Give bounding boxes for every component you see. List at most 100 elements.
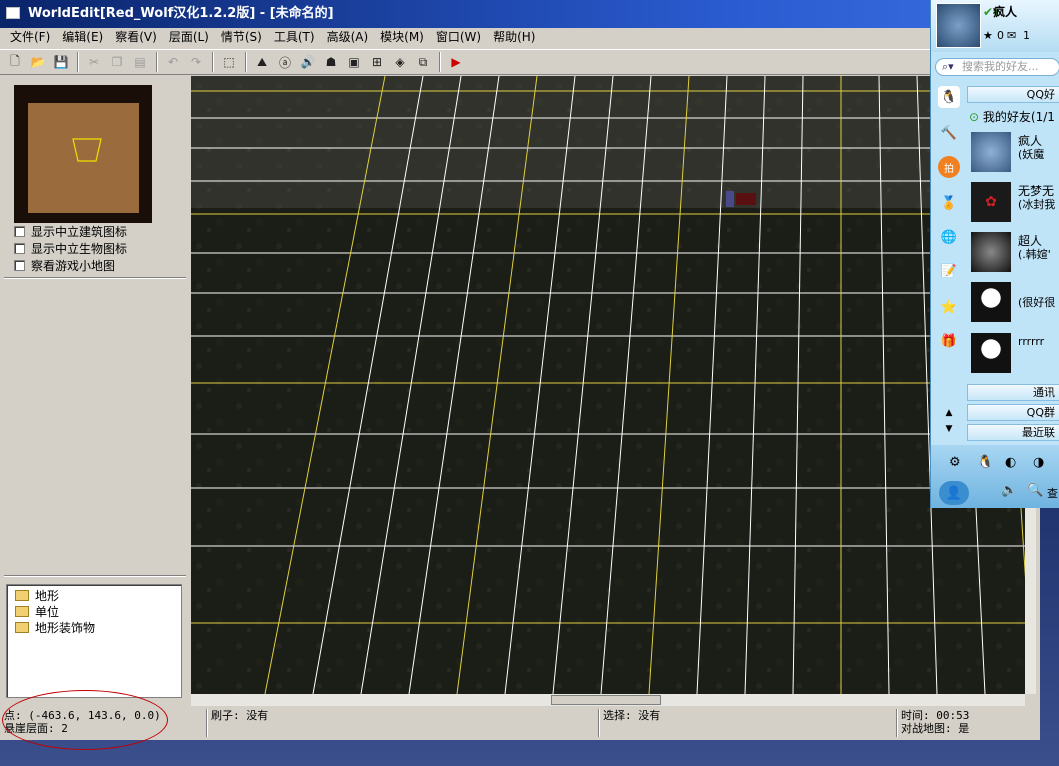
paipai-icon[interactable]: 拍 bbox=[938, 156, 960, 178]
mail-icon[interactable]: ✉ bbox=[1007, 29, 1016, 42]
tree-item-label: 单位 bbox=[35, 604, 60, 619]
worldedit-window: WorldEdit[Red_Wolf汉化1.2.2版] - [未命名的] 文件(… bbox=[0, 0, 1040, 740]
tab-qq-friends[interactable]: QQ好 bbox=[967, 86, 1059, 103]
friend-item[interactable]: rrrrrr bbox=[971, 332, 1059, 376]
medal-icon[interactable]: 🏅 bbox=[938, 192, 960, 214]
app-icon bbox=[6, 7, 20, 19]
globe-icon[interactable]: 🌐 bbox=[938, 226, 960, 248]
menu-window[interactable]: 窗口(W) bbox=[430, 28, 487, 47]
menu-tools[interactable]: 工具(T) bbox=[268, 28, 321, 47]
terrain-palette-icon[interactable]: ⛰ bbox=[251, 51, 273, 73]
qq-nickname: 疯人 bbox=[993, 5, 1018, 19]
ai-editor-icon[interactable]: ☗ bbox=[320, 51, 342, 73]
toolbar: 🗋 📂 💾 ✂ ❐ ▤ ↶ ↷ ⬚ ⛰ ⓐ 🔊 ☗ ▣ ⊞ ◈ ⧉ ▶ bbox=[0, 49, 1040, 75]
friend-avatar: ✿ bbox=[971, 182, 1011, 222]
friend-group-header[interactable]: ⊙ 我的好友(1/1 bbox=[969, 108, 1055, 125]
panel-divider bbox=[4, 277, 186, 279]
tree-item-terrain[interactable]: 地形 bbox=[15, 587, 59, 603]
search-icon: ⌕▾ bbox=[942, 60, 954, 73]
hammer-icon[interactable]: 🔨 bbox=[938, 122, 960, 144]
avatar[interactable] bbox=[936, 3, 981, 48]
trigger-editor-icon[interactable]: ⊞ bbox=[366, 51, 388, 73]
friend-item[interactable]: 疯人 (妖魔 bbox=[971, 131, 1059, 175]
toolbar-separator bbox=[77, 52, 79, 72]
minimap[interactable] bbox=[14, 85, 152, 223]
status-brush: 刷子: 没有 bbox=[211, 709, 269, 722]
menu-advanced[interactable]: 高级(A) bbox=[321, 28, 375, 47]
notepad-icon[interactable]: 📝 bbox=[938, 260, 960, 282]
redo-icon[interactable]: ↷ bbox=[185, 51, 207, 73]
save-icon[interactable]: 💾 bbox=[50, 51, 72, 73]
friend-item[interactable]: (很好很 bbox=[971, 281, 1059, 325]
tab-recent[interactable]: 最近联 bbox=[967, 424, 1059, 441]
menu-edit[interactable]: 编辑(E) bbox=[56, 28, 109, 47]
copy-icon[interactable]: ❐ bbox=[106, 51, 128, 73]
checkbox-neutral-buildings[interactable]: 显示中立建筑图标 bbox=[14, 223, 127, 239]
map-viewport[interactable] bbox=[191, 76, 1025, 694]
folder-icon bbox=[15, 589, 29, 601]
tree-item-label: 地形 bbox=[35, 588, 60, 603]
tree-item-doodads[interactable]: 地形装饰物 bbox=[15, 619, 95, 635]
undo-icon[interactable]: ↶ bbox=[162, 51, 184, 73]
qq-panel: ✔▾ 疯人 ★ 0 ✉ 1 ⌕▾ 搜索我的好友... 🐧 🔨 拍 🏅 🌐 📝 ⭐… bbox=[930, 0, 1059, 508]
friend-avatar bbox=[971, 232, 1011, 272]
tab-contacts[interactable]: 通讯 bbox=[967, 384, 1059, 401]
scroll-down-icon[interactable]: ▼ bbox=[938, 418, 960, 440]
sound-icon[interactable]: 🔈 bbox=[1001, 483, 1017, 498]
window-title: WorldEdit[Red_Wolf汉化1.2.2版] - [未命名的] bbox=[28, 6, 334, 21]
penguin-icon[interactable]: 🐧 bbox=[977, 455, 993, 470]
campaign-editor-icon[interactable]: ⧉ bbox=[412, 51, 434, 73]
horizontal-scrollbar[interactable] bbox=[191, 694, 1025, 706]
status-selection: 选择: 没有 bbox=[603, 709, 661, 722]
import-manager-icon[interactable]: ◈ bbox=[389, 51, 411, 73]
search-placeholder: 搜索我的好友... bbox=[962, 60, 1039, 73]
browser-icon[interactable]: ◐ bbox=[1005, 455, 1016, 470]
open-folder-icon[interactable]: 📂 bbox=[27, 51, 49, 73]
menu-help[interactable]: 帮助(H) bbox=[487, 28, 541, 47]
checkbox-box[interactable] bbox=[14, 225, 25, 237]
checkbox-box[interactable] bbox=[14, 259, 25, 271]
qq-menu-button[interactable]: 👤 bbox=[939, 481, 969, 505]
checkbox-game-minimap[interactable]: 察看游戏小地图 bbox=[14, 257, 115, 273]
palette-tree: 地形 单位 地形装饰物 bbox=[6, 584, 182, 698]
gift-icon[interactable]: 🎁 bbox=[938, 330, 960, 352]
tree-item-units[interactable]: 单位 bbox=[15, 603, 59, 619]
game-icon[interactable]: ◑ bbox=[1033, 455, 1044, 470]
checkbox-neutral-creeps[interactable]: 显示中立生物图标 bbox=[14, 240, 127, 256]
panel-divider bbox=[4, 575, 186, 577]
folder-icon bbox=[15, 621, 29, 633]
terrain-grid bbox=[191, 76, 1025, 694]
test-map-icon[interactable]: ▶ bbox=[445, 51, 467, 73]
menu-file[interactable]: 文件(F) bbox=[4, 28, 56, 47]
qq-side-toolbar: 🐧 🔨 拍 🏅 🌐 📝 ⭐ 🎁 ▲ ▼ bbox=[931, 80, 965, 440]
friend-search-input[interactable]: ⌕▾ 搜索我的好友... bbox=[935, 58, 1059, 76]
qzone-icon[interactable]: ★ bbox=[983, 29, 993, 42]
find-icon[interactable]: 🔍 bbox=[1027, 483, 1043, 498]
menu-layer[interactable]: 层面(L) bbox=[163, 28, 215, 47]
object-editor-icon[interactable]: ▣ bbox=[343, 51, 365, 73]
menu-scenario[interactable]: 情节(S) bbox=[215, 28, 268, 47]
penguin-avatar-icon bbox=[971, 282, 1011, 322]
status-time: 时间: 00:53 bbox=[901, 709, 970, 722]
menu-view[interactable]: 察看(V) bbox=[109, 28, 163, 47]
left-panel: 显示中立建筑图标 显示中立生物图标 察看游戏小地图 地形 单位 地形装饰物 bbox=[0, 76, 190, 698]
friend-item[interactable]: 超人 (.韩媗' bbox=[971, 231, 1059, 275]
settings-icon[interactable]: ⚙ bbox=[949, 455, 961, 470]
checkbox-box[interactable] bbox=[14, 242, 25, 254]
title-bar[interactable]: WorldEdit[Red_Wolf汉化1.2.2版] - [未命名的] bbox=[0, 0, 1040, 28]
select-rect-icon[interactable]: ⬚ bbox=[218, 51, 240, 73]
star-icon[interactable]: ⭐ bbox=[938, 296, 960, 318]
sound-editor-icon[interactable]: 🔊 bbox=[297, 51, 319, 73]
scroll-thumb[interactable] bbox=[551, 695, 661, 705]
penguin-avatar-icon bbox=[971, 333, 1011, 373]
group-title: 我的好友(1/1 bbox=[982, 110, 1055, 124]
tab-qq-groups[interactable]: QQ群 bbox=[967, 404, 1059, 421]
new-file-icon[interactable]: 🗋 bbox=[4, 51, 26, 73]
paste-icon[interactable]: ▤ bbox=[129, 51, 151, 73]
unit-palette-icon[interactable]: ⓐ bbox=[274, 51, 296, 73]
cut-icon[interactable]: ✂ bbox=[83, 51, 105, 73]
friend-item[interactable]: ✿ 无梦无 (冰封我 bbox=[971, 181, 1059, 225]
qq-penguin-icon[interactable]: 🐧 bbox=[938, 86, 960, 108]
menu-module[interactable]: 模块(M) bbox=[374, 28, 430, 47]
status-divider bbox=[896, 709, 898, 737]
